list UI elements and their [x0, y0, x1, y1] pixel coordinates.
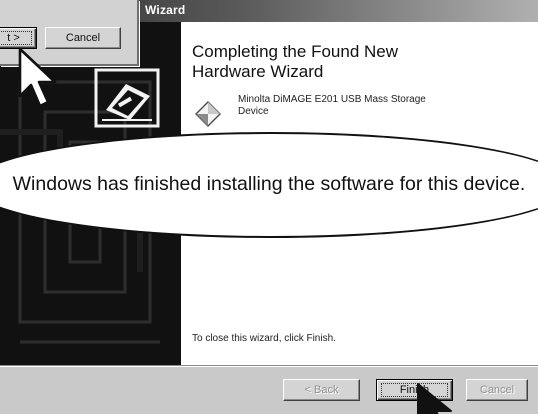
back-button[interactable]: < Back — [283, 379, 360, 401]
diamond-device-icon — [195, 101, 221, 127]
wizard-title: Wizard — [145, 3, 186, 17]
installed-device-row: Minolta DiMAGE E201 USB Mass Storage Dev… — [194, 94, 514, 130]
focus-ring — [0, 31, 32, 45]
callout-text: Windows has finished installing the soft… — [12, 173, 526, 195]
device-name: Minolta DiMAGE E201 USB Mass Storage Dev… — [238, 94, 426, 117]
close-instruction: To close this wizard, click Finish. — [192, 333, 336, 344]
mouse-pointer-icon — [417, 383, 452, 414]
screenshot-page: Wizard Completing the Found New Hardware… — [0, 0, 538, 414]
cancel-button[interactable]: Cancel — [466, 379, 528, 401]
wizard-heading: Completing the Found New Hardware Wizard — [192, 42, 399, 81]
mouse-pointer-icon — [18, 47, 57, 108]
